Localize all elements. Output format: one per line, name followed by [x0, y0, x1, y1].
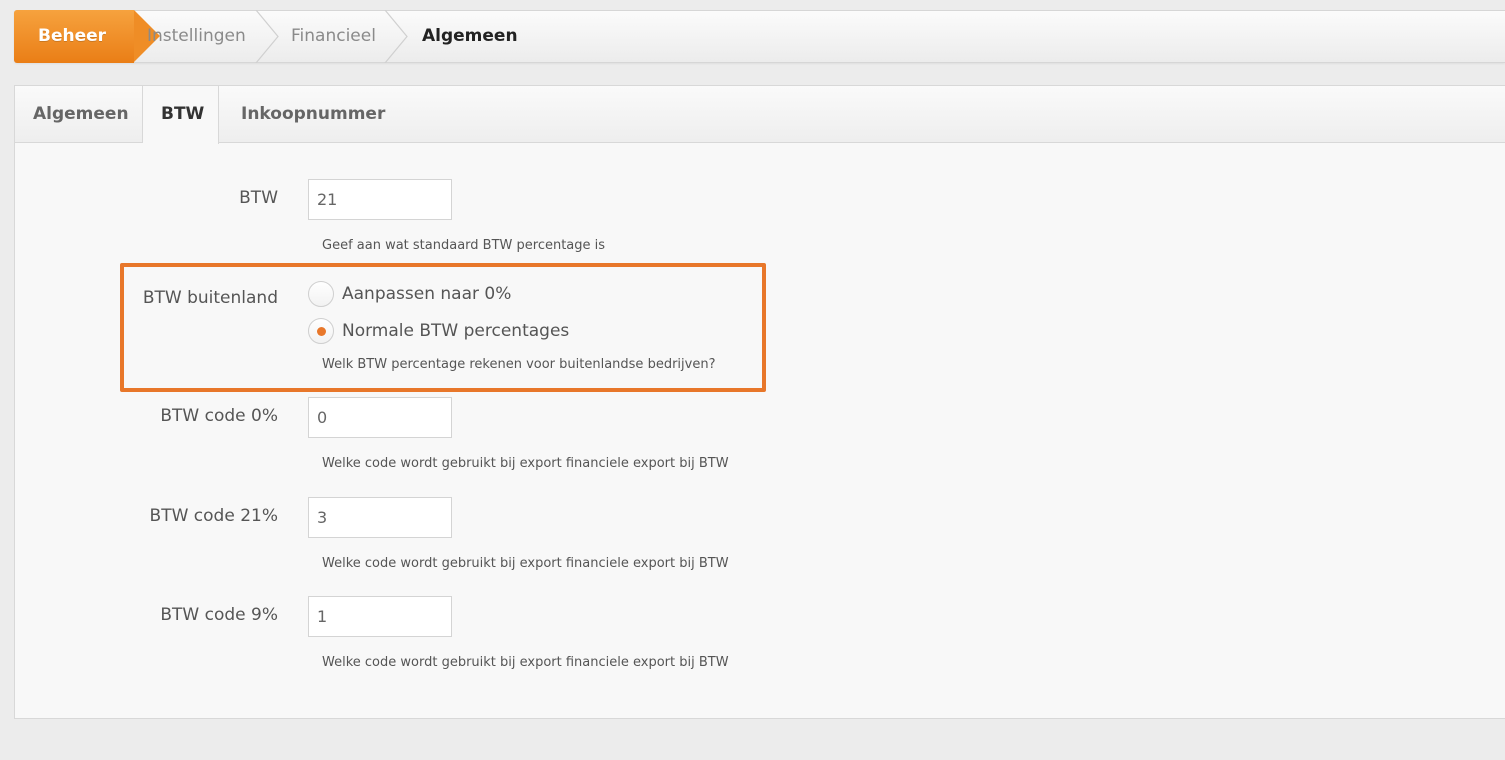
breadcrumb-item-financieel[interactable]: Financieel [291, 11, 376, 62]
btw-input[interactable] [308, 179, 452, 220]
radio-button-selected[interactable] [308, 318, 334, 344]
breadcrumb-separator-icon [255, 10, 279, 63]
breadcrumb: Beheer Instellingen Financieel Algemeen [14, 10, 1505, 63]
tab-bar: Algemeen BTW Inkoopnummer [15, 86, 1505, 144]
btw-help-text: Geef aan wat standaard BTW percentage is [322, 238, 606, 253]
radio-selected-dot-icon [317, 327, 326, 336]
btw-code-9-label: BTW code 9% [160, 605, 278, 625]
tab-btw[interactable]: BTW [143, 86, 219, 144]
radio-label: Aanpassen naar 0% [342, 284, 512, 304]
btw-buitenland-help-text: Welk BTW percentage rekenen voor buitenl… [322, 357, 716, 372]
tab-algemeen[interactable]: Algemeen [15, 86, 143, 143]
breadcrumb-label: Beheer [38, 26, 107, 46]
btw-label: BTW [239, 188, 278, 208]
tab-inkoopnummer[interactable]: Inkoopnummer [223, 86, 403, 143]
breadcrumb-item-instellingen[interactable]: Instellingen [147, 11, 246, 62]
btw-buitenland-label: BTW buitenland [142, 288, 278, 308]
btw-code-0-help-text: Welke code wordt gebruikt bij export fin… [322, 456, 729, 471]
btw-code-0-label: BTW code 0% [160, 406, 278, 426]
radio-button[interactable] [308, 281, 334, 307]
btw-code-0-input[interactable] [308, 397, 452, 438]
breadcrumb-separator-icon [384, 10, 408, 63]
btw-code-21-help-text: Welke code wordt gebruikt bij export fin… [322, 556, 729, 571]
btw-code-9-input[interactable] [308, 596, 452, 637]
breadcrumb-item-beheer[interactable]: Beheer [14, 10, 160, 63]
breadcrumb-item-algemeen: Algemeen [422, 26, 518, 46]
btw-code-21-label: BTW code 21% [149, 506, 278, 526]
radio-label: Normale BTW percentages [342, 321, 570, 341]
btw-code-9-help-text: Welke code wordt gebruikt bij export fin… [322, 655, 729, 670]
btw-code-21-input[interactable] [308, 497, 452, 538]
